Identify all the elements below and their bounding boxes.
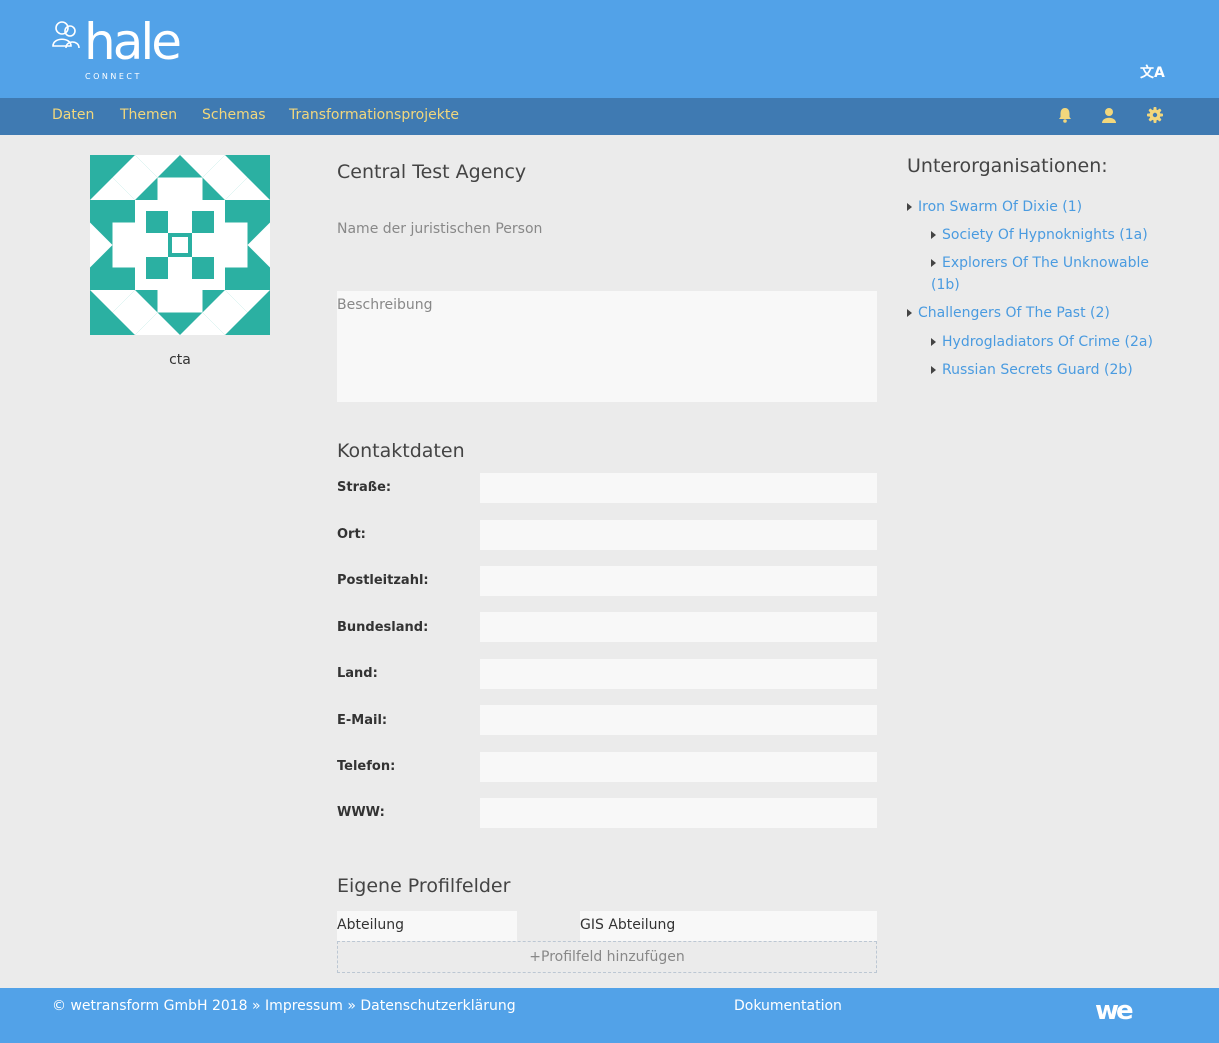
logo-subtitle: CONNECT (85, 72, 142, 81)
nav-item-transformationsprojekte[interactable]: Transformationsprojekte (289, 107, 459, 123)
tree-item-label[interactable]: Explorers Of The Unknowable (942, 255, 1149, 271)
custom-field-value[interactable]: GIS Abteilung (580, 911, 877, 941)
header: hale CONNECT 文A (0, 0, 1219, 98)
email-input[interactable] (480, 705, 877, 735)
add-profile-field-button[interactable]: +Profilfeld hinzufügen (337, 941, 877, 973)
caret-right-icon (907, 309, 912, 317)
email-label: E-Mail: (337, 713, 388, 728)
tree-item-label[interactable]: Society Of Hypnoknights (1a) (942, 227, 1148, 243)
phone-label: Telefon: (337, 759, 396, 774)
tree-item[interactable]: Iron Swarm Of Dixie (1) (907, 196, 1082, 218)
tree-item[interactable]: Society Of Hypnoknights (1a) (931, 224, 1148, 246)
country-label: Land: (337, 666, 378, 681)
contact-section-title: Kontaktdaten (337, 440, 465, 462)
bell-icon[interactable] (1056, 106, 1074, 124)
postal-code-label: Postleitzahl: (337, 573, 429, 588)
nav-item-themen[interactable]: Themen (120, 107, 177, 123)
caret-right-icon (931, 231, 936, 239)
tree-item-label[interactable]: (1b) (931, 277, 960, 293)
main-nav: Daten Themen Schemas Transformationsproj… (0, 98, 1219, 135)
city-input[interactable] (480, 520, 877, 550)
tree-item[interactable]: Challengers Of The Past (2) (907, 302, 1110, 324)
caret-right-icon (907, 203, 912, 211)
tree-item-label[interactable]: Hydrogladiators Of Crime (2a) (942, 334, 1153, 350)
tree-item[interactable]: Explorers Of The Unknowable (931, 252, 1149, 274)
postal-code-input[interactable] (480, 566, 877, 596)
suborganizations-title: Unterorganisationen: (907, 155, 1108, 177)
caret-right-icon (931, 338, 936, 346)
logo-word: hale (84, 13, 182, 71)
street-label: Straße: (337, 480, 392, 495)
wetransform-logo[interactable]: we (1095, 996, 1134, 1026)
state-label: Bundesland: (337, 620, 429, 635)
state-input[interactable] (480, 612, 877, 642)
tree-item-label[interactable]: Challengers Of The Past (2) (918, 305, 1110, 321)
country-input[interactable] (480, 659, 877, 689)
tree-item-continuation[interactable]: (1b) (931, 274, 960, 296)
caret-right-icon (931, 259, 936, 267)
caret-right-icon (931, 366, 936, 374)
organization-avatar[interactable] (90, 155, 270, 335)
www-input[interactable] (480, 798, 877, 828)
organization-short-name: cta (169, 352, 191, 368)
nav-item-daten[interactable]: Daten (52, 107, 94, 123)
legal-name-field[interactable]: Name der juristischen Person (337, 221, 542, 237)
tree-item[interactable]: Russian Secrets Guard (2b) (931, 359, 1133, 381)
street-input[interactable] (480, 473, 877, 503)
hale-connect-logo[interactable]: hale CONNECT (52, 13, 192, 84)
custom-fields-title: Eigene Profilfelder (337, 875, 511, 897)
user-icon[interactable] (1100, 106, 1118, 124)
translate-icon[interactable]: 文A (1140, 62, 1165, 82)
city-label: Ort: (337, 527, 366, 542)
www-label: WWW: (337, 805, 385, 820)
phone-input[interactable] (480, 752, 877, 782)
documentation-link[interactable]: Dokumentation (734, 998, 842, 1014)
tree-item-label[interactable]: Russian Secrets Guard (2b) (942, 362, 1133, 378)
people-icon (52, 21, 80, 49)
description-field[interactable]: Beschreibung (337, 291, 877, 402)
privacy-link[interactable]: Datenschutzerklärung (360, 998, 515, 1014)
organization-name[interactable]: Central Test Agency (337, 161, 526, 183)
tree-item[interactable]: Hydrogladiators Of Crime (2a) (931, 331, 1153, 353)
footer-links: © wetransform GmbH 2018 » Impressum » Da… (52, 998, 516, 1014)
footer-separator: » (347, 998, 356, 1014)
nav-item-schemas[interactable]: Schemas (202, 107, 266, 123)
gear-icon[interactable] (1146, 106, 1164, 124)
tree-item-label[interactable]: Iron Swarm Of Dixie (1) (918, 199, 1082, 215)
copyright-text: © wetransform GmbH 2018 » (52, 998, 261, 1014)
custom-field-label[interactable]: Abteilung (337, 911, 517, 941)
footer: © wetransform GmbH 2018 » Impressum » Da… (0, 988, 1219, 1043)
impressum-link[interactable]: Impressum (265, 998, 343, 1014)
